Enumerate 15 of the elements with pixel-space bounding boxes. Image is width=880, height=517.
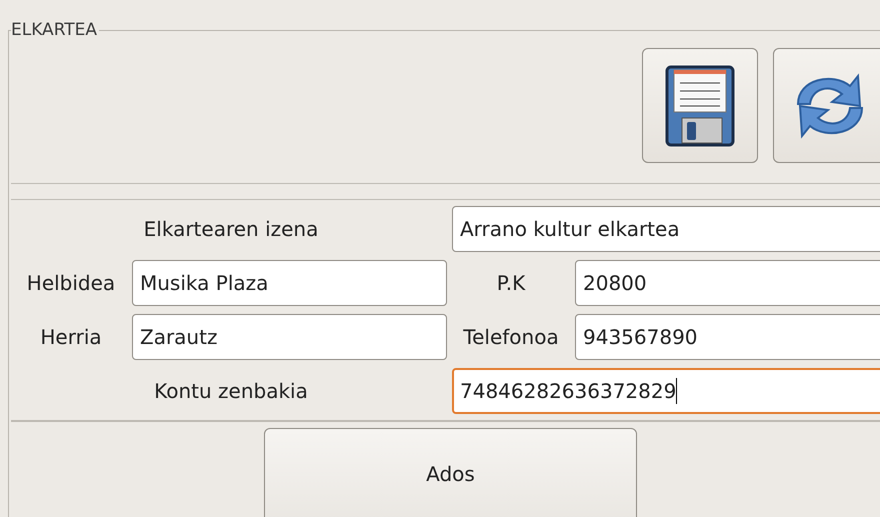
field-label: Kontu zenbakia xyxy=(153,379,309,403)
text-field[interactable]: 74846282636372829 xyxy=(452,368,880,414)
field-label: Telefonoa xyxy=(462,325,560,349)
text-field[interactable]: 943567890 xyxy=(575,314,880,360)
field-label: Helbidea xyxy=(26,271,116,295)
refresh-button[interactable] xyxy=(773,48,880,163)
field-label: Herria xyxy=(39,325,103,349)
field-label: P.K xyxy=(496,271,526,295)
text-field[interactable]: Arrano kultur elkartea xyxy=(452,206,880,252)
text-field[interactable]: Musika Plaza xyxy=(132,260,447,306)
field-label: Elkartearen izena xyxy=(142,217,320,241)
ok-button[interactable]: Ados xyxy=(264,428,637,517)
save-button[interactable] xyxy=(642,48,758,163)
text-field[interactable]: Zarautz xyxy=(132,314,447,360)
text-field[interactable]: 20800 xyxy=(575,260,880,306)
